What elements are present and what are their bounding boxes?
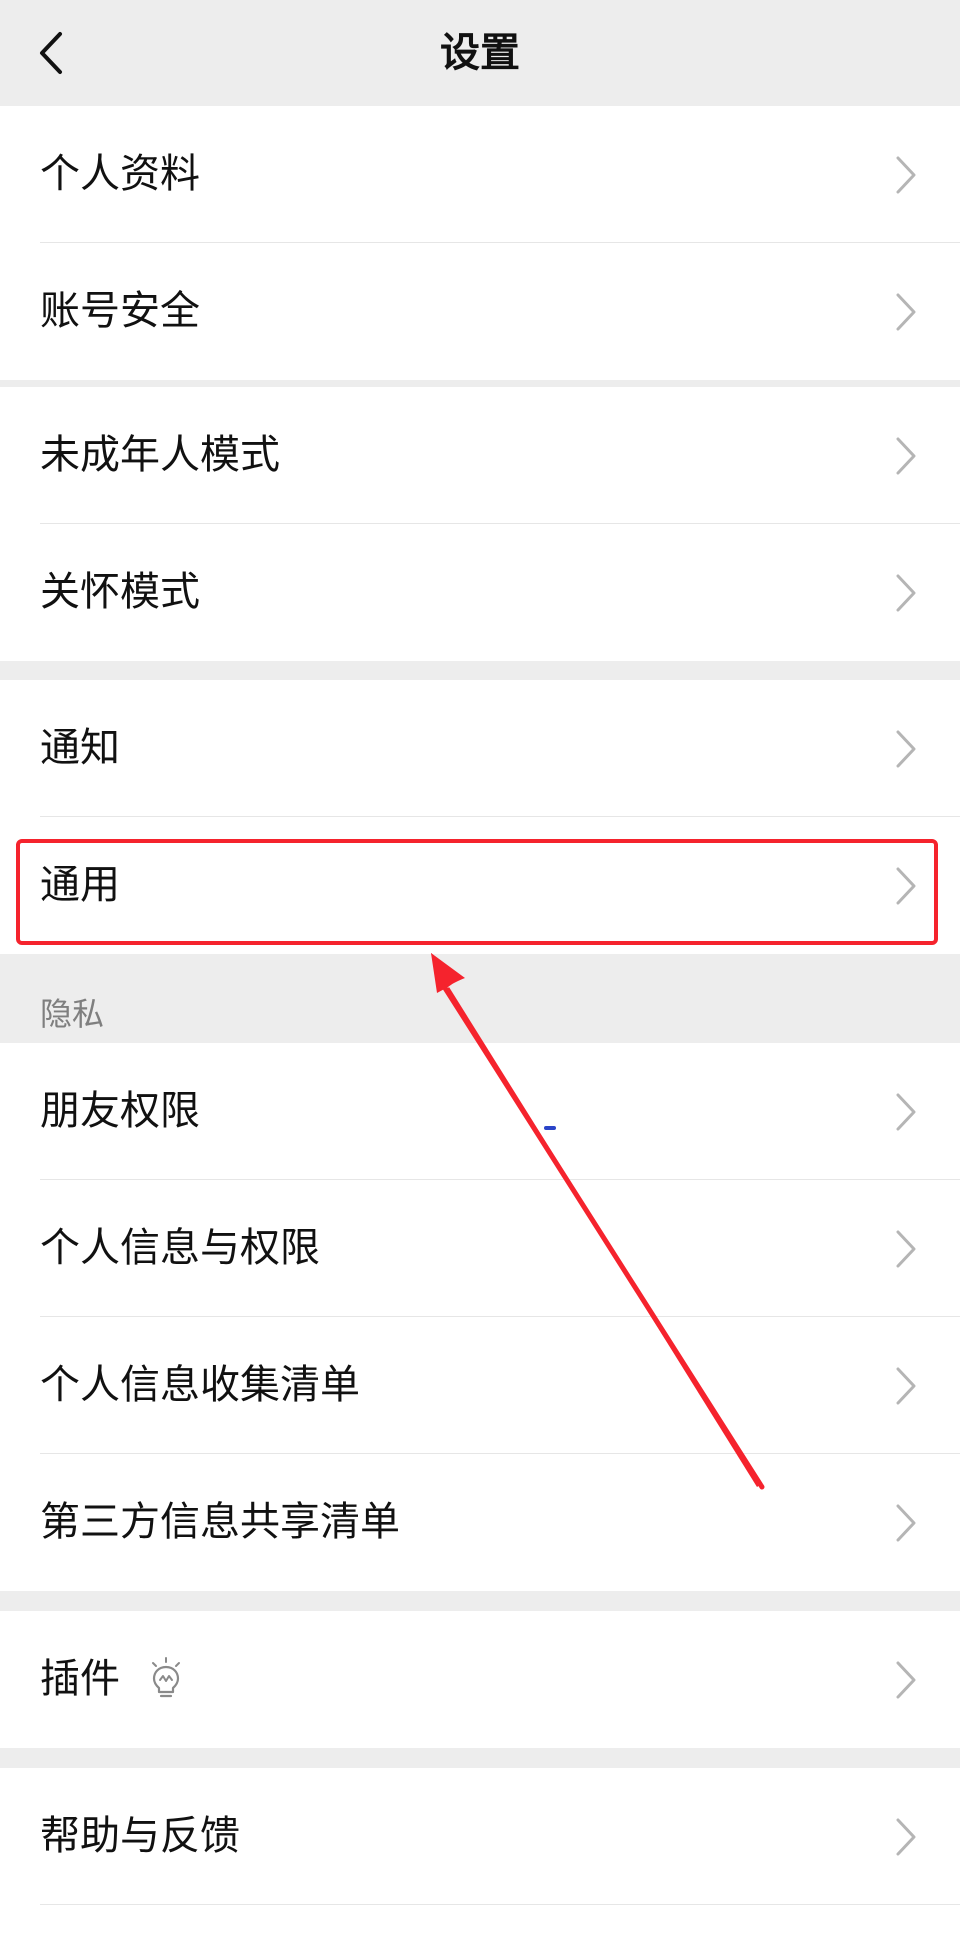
section-header-privacy: 隐私 xyxy=(40,995,105,1033)
settings-row-care-mode[interactable]: 关怀模式 xyxy=(0,524,960,661)
settings-row-friend-permissions[interactable]: 朋友权限 xyxy=(0,1043,960,1180)
settings-group-help: 帮助与反馈 xyxy=(0,1768,960,1948)
settings-row-label: 个人资料 xyxy=(40,151,200,197)
settings-row-label: 第三方信息共享清单 xyxy=(40,1499,400,1545)
chevron-right-icon xyxy=(896,293,916,330)
chevron-right-icon xyxy=(896,1504,916,1541)
settings-group-account: 个人资料 账号安全 xyxy=(0,106,960,380)
settings-row-account-security[interactable]: 账号安全 xyxy=(0,243,960,380)
chevron-right-icon xyxy=(896,1230,916,1267)
settings-row-personal-info-collection[interactable]: 个人信息收集清单 xyxy=(0,1317,960,1454)
settings-row-label: 朋友权限 xyxy=(40,1088,200,1134)
divider xyxy=(40,1904,960,1905)
settings-row-label: 关怀模式 xyxy=(40,569,200,615)
settings-row-notifications[interactable]: 通知 xyxy=(0,680,960,817)
settings-row-label: 账号安全 xyxy=(40,288,200,334)
chevron-right-icon xyxy=(896,1093,916,1130)
chevron-right-icon xyxy=(896,730,916,767)
chevron-right-icon xyxy=(896,437,916,474)
settings-group-modes: 未成年人模式 关怀模式 xyxy=(0,387,960,661)
settings-row-label: 个人信息与权限 xyxy=(40,1225,320,1271)
chevron-right-icon xyxy=(896,1367,916,1404)
navigation-bar: 设置 xyxy=(0,0,960,106)
list-continuation xyxy=(0,1905,960,1948)
settings-row-profile[interactable]: 个人资料 xyxy=(0,106,960,243)
settings-row-label: 插件 xyxy=(40,1656,120,1702)
settings-row-third-party-sharing[interactable]: 第三方信息共享清单 xyxy=(0,1454,960,1591)
chevron-right-icon xyxy=(896,156,916,193)
settings-row-label: 帮助与反馈 xyxy=(40,1813,240,1859)
settings-row-plugins[interactable]: 插件 xyxy=(0,1611,960,1748)
settings-row-help-feedback[interactable]: 帮助与反馈 xyxy=(0,1768,960,1905)
settings-row-label: 未成年人模式 xyxy=(40,432,280,478)
settings-group-privacy: 朋友权限 个人信息与权限 个人信息收集清单 第三方信息共享清单 xyxy=(0,1043,960,1591)
chevron-right-icon xyxy=(896,574,916,611)
settings-row-personal-info-permissions[interactable]: 个人信息与权限 xyxy=(0,1180,960,1317)
stray-mark xyxy=(544,1126,556,1130)
settings-row-label: 通知 xyxy=(40,725,120,771)
page-title: 设置 xyxy=(440,30,520,76)
highlight-box xyxy=(16,839,938,945)
settings-group-plugins: 插件 xyxy=(0,1611,960,1748)
chevron-right-icon xyxy=(896,1661,916,1698)
settings-row-minor-mode[interactable]: 未成年人模式 xyxy=(0,387,960,524)
lightbulb-icon xyxy=(152,1656,180,1697)
chevron-right-icon xyxy=(896,1818,916,1855)
settings-row-label: 个人信息收集清单 xyxy=(40,1362,360,1408)
